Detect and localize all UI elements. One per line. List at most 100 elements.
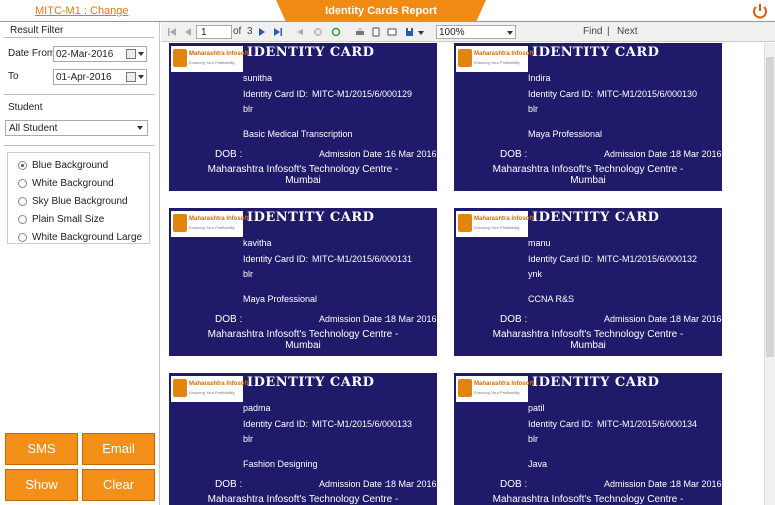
chevron-down-icon[interactable] — [138, 75, 144, 79]
centre-name: Maharashtra Infosoft's Technology Centre… — [207, 329, 399, 340]
card-id-label: Identity Card ID: — [243, 89, 309, 99]
card-id-label: Identity Card ID: — [528, 419, 594, 429]
dob-label: DOB : — [215, 479, 243, 490]
card-id-label: Identity Card ID: — [243, 254, 309, 264]
export-icon[interactable] — [405, 27, 415, 37]
card-title: IDENTITY CARD — [532, 45, 660, 60]
radio-button[interactable] — [18, 233, 27, 242]
chevron-down-icon[interactable] — [137, 126, 143, 130]
refresh-icon[interactable] — [331, 27, 341, 37]
divider — [4, 94, 154, 95]
logo-mark-icon — [173, 379, 187, 397]
radio-label: Plain Small Size — [32, 214, 105, 225]
print-layout-icon[interactable] — [371, 27, 381, 37]
institute-logo: Maharashtra Infosoft Ensuring Your Profit… — [456, 376, 533, 402]
clear-button[interactable]: Clear — [82, 469, 155, 501]
last-page-icon[interactable] — [273, 27, 283, 37]
chevron-down-icon[interactable] — [418, 31, 424, 35]
report-toolbar: 1 of 3 100% Find | Next — [161, 22, 775, 42]
logo-mark-icon — [458, 214, 472, 232]
centre-city: Mumbai — [285, 175, 321, 186]
radio-label: White Background — [32, 178, 114, 189]
chevron-down-icon[interactable] — [138, 52, 144, 56]
email-button[interactable]: Email — [82, 433, 155, 465]
logo-tagline: Ensuring Your Profitability — [474, 390, 520, 395]
find-link[interactable]: Find — [583, 26, 602, 37]
date-from-picker[interactable]: 02-Mar-2016 — [53, 46, 147, 62]
calendar-icon[interactable] — [126, 72, 136, 82]
student-name: Indira — [528, 73, 551, 83]
course: Maya Professional — [528, 129, 603, 139]
logo-name: Maharashtra Infosoft — [474, 51, 534, 57]
next-link[interactable]: Next — [617, 26, 638, 37]
card-id-label: Identity Card ID: — [528, 254, 594, 264]
logo-name: Maharashtra Infosoft — [189, 216, 249, 222]
zoom-select[interactable]: 100% — [436, 25, 516, 39]
admission-label: Admission Date : — [319, 149, 388, 159]
next-page-icon[interactable] — [257, 27, 267, 37]
radio-button[interactable] — [18, 197, 27, 206]
admission-date: 18 Mar 2016 — [671, 149, 722, 159]
card-id-value: MITC-M1/2015/6/000129 — [312, 89, 413, 99]
card-title: IDENTITY CARD — [532, 375, 660, 390]
student-name: padma — [243, 403, 271, 413]
logo-name: Maharashtra Infosoft — [474, 381, 534, 387]
print-icon[interactable] — [355, 27, 365, 37]
radio-button[interactable] — [18, 179, 27, 188]
calendar-icon[interactable] — [126, 49, 136, 59]
filter-sidebar: Result Filter Date From 02-Mar-2016 To 0… — [0, 22, 160, 505]
branch: blr — [528, 434, 539, 444]
page-number-input[interactable]: 1 — [196, 25, 232, 39]
admission-label: Admission Date : — [319, 314, 388, 324]
top-bar: MITC-M1 : Change Identity Cards Report — [0, 0, 775, 22]
student-value: All Student — [9, 123, 58, 134]
chevron-down-icon[interactable] — [507, 31, 513, 35]
student-name: patil — [528, 403, 545, 413]
admission-label: Admission Date : — [604, 479, 673, 489]
vertical-scrollbar[interactable] — [764, 43, 775, 505]
previous-page-icon[interactable] — [183, 27, 193, 37]
toolbar-separator: | — [607, 26, 610, 37]
branch: blr — [528, 104, 539, 114]
identity-card: Maharashtra Infosoft Ensuring Your Profit… — [169, 373, 437, 505]
logo-tagline: Ensuring Your Profitability — [474, 60, 520, 65]
logo-mark-icon — [458, 379, 472, 397]
to-label: To — [8, 71, 19, 82]
power-icon[interactable] — [751, 2, 769, 20]
student-select[interactable]: All Student — [5, 120, 148, 136]
branch: ynk — [528, 269, 543, 279]
radio-button[interactable] — [18, 215, 27, 224]
date-to-picker[interactable]: 01-Apr-2016 — [53, 69, 147, 85]
logo-name: Maharashtra Infosoft — [189, 51, 249, 57]
radio-button[interactable] — [18, 161, 27, 170]
course: Maya Professional — [243, 294, 318, 304]
student-name: sunitha — [243, 73, 273, 83]
stop-icon[interactable] — [313, 27, 323, 37]
radio-label: White Background Large — [32, 232, 143, 243]
card-title: IDENTITY CARD — [247, 210, 375, 225]
centre-city: Mumbai — [285, 340, 321, 351]
sms-button[interactable]: SMS — [5, 433, 78, 465]
centre-city: Mumbai — [570, 340, 606, 351]
of-label: of — [233, 26, 242, 37]
first-page-icon[interactable] — [167, 27, 177, 37]
back-icon[interactable] — [295, 27, 305, 37]
scroll-thumb[interactable] — [766, 57, 774, 357]
admission-label: Admission Date : — [604, 149, 673, 159]
course: CCNA R&S — [528, 294, 575, 304]
radio-label: Blue Background — [32, 160, 109, 171]
page-setup-icon[interactable] — [387, 27, 397, 37]
institute-logo: Maharashtra Infosoft Ensuring Your Profit… — [171, 211, 248, 237]
institute-logo: Maharashtra Infosoft Ensuring Your Profit… — [171, 46, 248, 72]
centre-name: Maharashtra Infosoft's Technology Centre… — [492, 494, 684, 505]
logo-name: Maharashtra Infosoft — [189, 381, 249, 387]
radio-label: Sky Blue Background — [32, 196, 128, 207]
show-button[interactable]: Show — [5, 469, 78, 501]
divider — [4, 145, 154, 146]
dob-label: DOB : — [215, 149, 243, 160]
logo-mark-icon — [458, 49, 472, 67]
change-centre-link[interactable]: MITC-M1 : Change — [35, 5, 129, 17]
admission-label: Admission Date : — [319, 479, 388, 489]
centre-name: Maharashtra Infosoft's Technology Centre… — [207, 494, 399, 505]
student-name: kavitha — [243, 238, 272, 248]
